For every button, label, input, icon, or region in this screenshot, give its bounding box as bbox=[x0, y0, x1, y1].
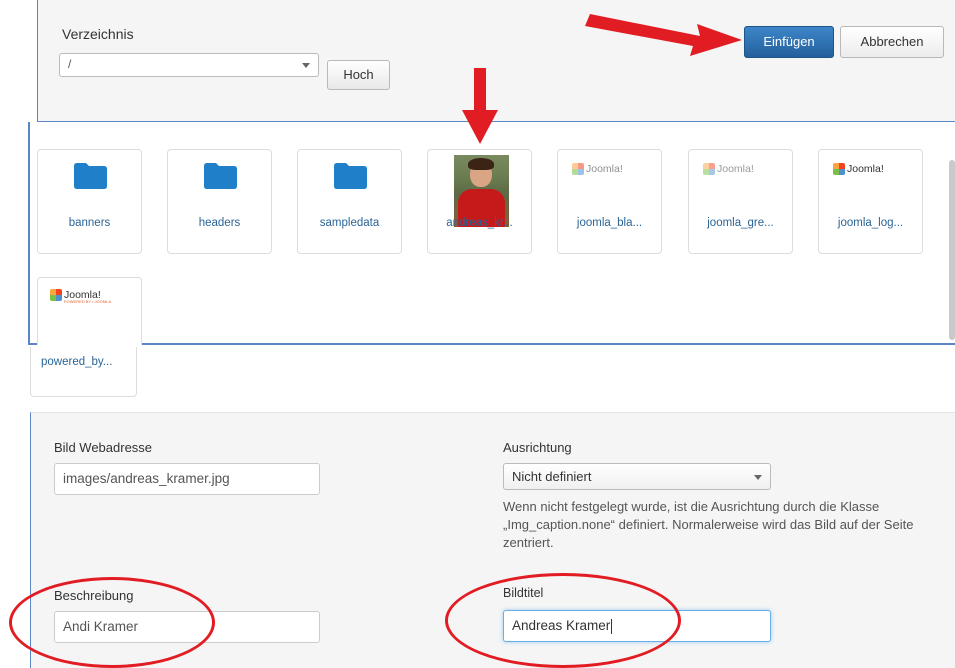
description-highlight-ellipse bbox=[9, 577, 215, 668]
title-highlight-ellipse bbox=[445, 573, 681, 668]
arrow-to-image-annotation bbox=[462, 68, 498, 144]
arrow-to-insert-annotation bbox=[585, 14, 742, 56]
annotation-overlay bbox=[462, 14, 742, 144]
